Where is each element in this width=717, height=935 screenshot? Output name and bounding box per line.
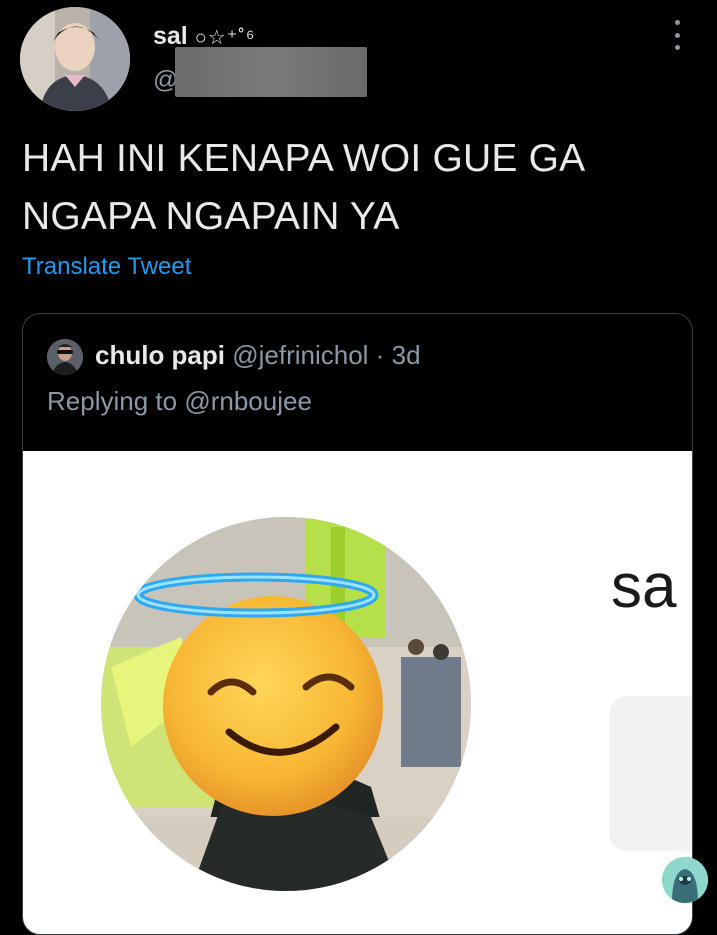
partial-name-text: sa <box>611 552 677 621</box>
replying-prefix: Replying to <box>47 386 178 416</box>
author-name-emoji: ○☆⁺˚⁶ <box>194 27 256 49</box>
quoted-tweet-header: chulo papi @jefrinichol · 3d <box>95 340 421 371</box>
translate-tweet-link[interactable]: Translate Tweet <box>22 253 191 281</box>
handle-redaction <box>175 47 367 97</box>
quoted-display-name[interactable]: chulo papi <box>95 340 225 370</box>
more-dot <box>674 20 680 25</box>
profile-photo-circle <box>101 517 471 891</box>
quoted-time[interactable]: 3d <box>392 340 421 370</box>
quoted-tweet-image[interactable]: sa <box>23 451 692 934</box>
tweet-text: HAH INI KENAPA WOI GUE GA NGAPA NGAPAIN … <box>22 137 584 238</box>
replying-to-line: Replying to @rnboujee <box>47 386 312 417</box>
quoted-avatar-image <box>47 339 83 375</box>
photo-with-smiley-overlay <box>101 517 471 891</box>
quoted-tweet-card[interactable]: chulo papi @jefrinichol · 3d Replying to… <box>22 313 693 935</box>
bot-avatar-image <box>662 857 708 903</box>
replying-handle[interactable]: @rnboujee <box>184 386 312 416</box>
quoted-handle[interactable]: @jefrinichol <box>232 340 368 370</box>
quoted-author-avatar <box>47 339 83 375</box>
author-avatar-image <box>20 7 130 111</box>
grey-input-box <box>609 696 692 851</box>
more-dot <box>674 32 680 38</box>
author-name-text: sal <box>153 22 188 50</box>
bot-avatar-icon[interactable] <box>662 857 708 903</box>
quoted-separator: · <box>375 340 385 370</box>
more-vertical-icon[interactable] <box>670 20 684 50</box>
more-dot <box>674 45 680 50</box>
author-avatar[interactable] <box>20 7 130 111</box>
